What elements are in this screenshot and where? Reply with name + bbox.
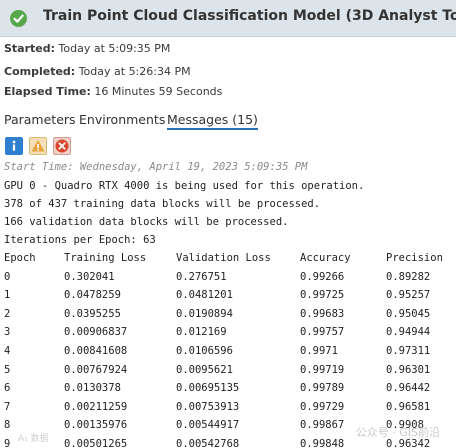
table-cell-precision: 0.96581 <box>386 400 431 413</box>
table-cell-training-loss: 0.00906837 <box>64 326 128 339</box>
table-cell-precision: 0.96301 <box>386 363 431 376</box>
table-cell-precision: 0.96442 <box>386 382 431 395</box>
tab-environments[interactable]: Environments <box>79 112 165 127</box>
table-cell-precision: 0.94944 <box>386 326 431 339</box>
table-cell-accuracy: 0.99266 <box>300 270 345 283</box>
watermark: 公众号 · GIS前沿 <box>355 426 440 439</box>
table-cell-accuracy: 0.99789 <box>300 382 345 395</box>
table-cell-validation-loss: 0.00542768 <box>176 438 240 448</box>
table-cell-validation-loss: 0.276751 <box>176 270 227 283</box>
error-filter-button[interactable] <box>53 137 71 155</box>
tool-header: Train Point Cloud Classification Model (… <box>0 0 456 37</box>
table-cell-epoch: 2 <box>4 307 11 320</box>
watermark-left: A₁ 数据 <box>18 434 49 444</box>
table-cell-epoch: 0 <box>4 270 11 283</box>
table-cell-accuracy: 0.99729 <box>300 400 345 413</box>
success-status-icon <box>10 10 27 27</box>
table-cell-precision: 0.95257 <box>386 289 431 302</box>
table-cell-validation-loss: 0.0106596 <box>176 345 233 357</box>
message-line: 378 of 437 training data blocks will be … <box>4 198 321 210</box>
table-cell-accuracy: 0.99719 <box>300 363 345 376</box>
table-cell-accuracy: 0.99757 <box>300 326 345 339</box>
table-cell-training-loss: 0.00211259 <box>64 400 128 413</box>
warning-icon <box>31 140 45 152</box>
table-cell-accuracy: 0.9971 <box>300 345 338 357</box>
geoprocessing-details-window: Train Point Cloud Classification Model (… <box>0 0 456 448</box>
table-cell-validation-loss: 0.00544917 <box>176 419 240 432</box>
table-cell-validation-loss: 0.0481201 <box>176 289 233 302</box>
elapsed-label: Elapsed Time: <box>4 85 91 98</box>
table-cell-precision: 0.97311 <box>386 345 431 357</box>
elapsed-row: Elapsed Time: 16 Minutes 59 Seconds <box>4 85 222 98</box>
check-icon <box>13 14 24 23</box>
table-cell-training-loss: 0.0130378 <box>64 382 121 395</box>
table-cell-epoch: 9 <box>4 438 11 448</box>
table-cell-precision: 0.89282 <box>386 270 431 283</box>
table-cell-training-loss: 0.00767924 <box>64 363 128 376</box>
table-header-precision: Precision <box>386 252 443 264</box>
completed-label: Completed: <box>4 65 76 78</box>
table-cell-epoch: 4 <box>4 345 11 357</box>
table-header-accuracy: Accuracy <box>300 252 351 264</box>
message-line: 166 validation data blocks will be proce… <box>4 216 289 228</box>
completed-row: Completed: Today at 5:26:34 PM <box>4 65 191 78</box>
started-value: Today at 5:09:35 PM <box>58 42 171 55</box>
table-header-training-loss: Training Loss <box>64 252 147 264</box>
start-time-message: Start Time: Wednesday, April 19, 2023 5:… <box>4 161 308 173</box>
elapsed-value: 16 Minutes 59 Seconds <box>94 85 223 98</box>
table-cell-epoch: 1 <box>4 289 11 302</box>
table-cell-epoch: 5 <box>4 363 11 376</box>
tool-title: Train Point Cloud Classification Model (… <box>43 8 456 24</box>
table-cell-validation-loss: 0.00695135 <box>176 382 240 395</box>
table-cell-validation-loss: 0.0190894 <box>176 307 233 320</box>
table-cell-epoch: 3 <box>4 326 11 339</box>
tab-messages[interactable]: Messages (15) <box>167 112 258 130</box>
table-cell-validation-loss: 0.0095621 <box>176 363 233 376</box>
table-cell-accuracy: 0.99848 <box>300 438 345 448</box>
table-cell-training-loss: 0.302041 <box>64 270 115 283</box>
table-cell-training-loss: 0.0478259 <box>64 289 121 302</box>
table-cell-epoch: 8 <box>4 419 11 432</box>
message-line: Iterations per Epoch: 63 <box>4 234 156 246</box>
warning-filter-button[interactable] <box>29 137 47 155</box>
table-header-epoch: Epoch <box>4 252 36 264</box>
table-cell-training-loss: 0.00135976 <box>64 419 128 432</box>
table-header-validation-loss: Validation Loss <box>176 252 271 264</box>
table-cell-accuracy: 0.99867 <box>300 419 345 432</box>
tab-parameters[interactable]: Parameters <box>4 112 76 127</box>
table-cell-validation-loss: 0.012169 <box>176 326 227 339</box>
table-cell-training-loss: 0.00841608 <box>64 345 128 357</box>
table-cell-training-loss: 0.0395255 <box>64 307 121 320</box>
table-cell-training-loss: 0.00501265 <box>64 438 128 448</box>
table-cell-epoch: 7 <box>4 400 11 413</box>
started-row: Started: Today at 5:09:35 PM <box>4 42 170 55</box>
error-icon <box>55 139 69 153</box>
table-cell-accuracy: 0.99725 <box>300 289 345 302</box>
table-cell-accuracy: 0.99683 <box>300 307 345 320</box>
table-cell-epoch: 6 <box>4 382 11 395</box>
completed-value: Today at 5:26:34 PM <box>78 65 191 78</box>
message-line: GPU 0 - Quadro RTX 4000 is being used fo… <box>4 180 365 192</box>
table-cell-validation-loss: 0.00753913 <box>176 400 240 413</box>
info-icon <box>12 140 16 151</box>
info-filter-button[interactable] <box>5 137 23 155</box>
table-cell-precision: 0.95045 <box>386 307 431 320</box>
started-label: Started: <box>4 42 56 55</box>
